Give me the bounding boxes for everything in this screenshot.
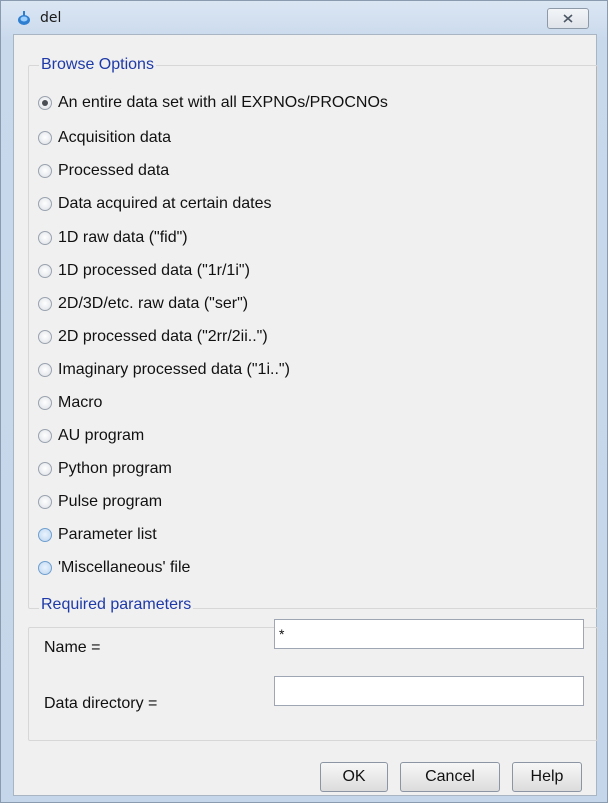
radio-label: Macro	[58, 394, 103, 411]
radio-2d3d-raw[interactable]: 2D/3D/etc. raw data ("ser")	[38, 293, 248, 315]
radio-label: 2D processed data ("2rr/2ii..")	[58, 328, 268, 345]
radio-label: 'Miscellaneous' file	[58, 559, 191, 576]
data-directory-label: Data directory =	[44, 695, 158, 712]
radio-certain-dates[interactable]: Data acquired at certain dates	[38, 193, 271, 215]
radio-label: Imaginary processed data ("1i..")	[58, 361, 290, 378]
radio-button[interactable]	[38, 495, 52, 509]
radio-button[interactable]	[38, 528, 52, 542]
radio-macro[interactable]: Macro	[38, 392, 102, 414]
radio-1d-processed[interactable]: 1D processed data ("1r/1i")	[38, 260, 250, 282]
close-button[interactable]	[547, 8, 589, 29]
radio-label: 2D/3D/etc. raw data ("ser")	[58, 295, 249, 312]
radio-label: Python program	[58, 460, 172, 477]
radio-label: 1D raw data ("fid")	[58, 229, 188, 246]
radio-python-program[interactable]: Python program	[38, 458, 172, 480]
radio-label: Pulse program	[58, 493, 163, 510]
radio-button[interactable]	[38, 330, 52, 344]
radio-1d-raw[interactable]: 1D raw data ("fid")	[38, 227, 188, 249]
radio-button[interactable]	[38, 264, 52, 278]
radio-processed-data[interactable]: Processed data	[38, 160, 169, 182]
radio-2d-processed[interactable]: 2D processed data ("2rr/2ii..")	[38, 326, 268, 348]
radio-acquisition-data[interactable]: Acquisition data	[38, 127, 171, 149]
radio-label: An entire data set with all EXPNOs/PROCN…	[58, 94, 388, 111]
radio-button[interactable]	[38, 561, 52, 575]
radio-button[interactable]	[38, 197, 52, 211]
radio-label: Processed data	[58, 162, 170, 179]
radio-button[interactable]	[38, 164, 52, 178]
radio-button[interactable]	[38, 297, 52, 311]
cancel-button[interactable]: Cancel	[400, 762, 500, 792]
radio-label: Acquisition data	[58, 129, 171, 146]
radio-button[interactable]	[38, 96, 52, 110]
radio-button[interactable]	[38, 363, 52, 377]
radio-au-program[interactable]: AU program	[38, 425, 144, 447]
radio-imaginary-processed[interactable]: Imaginary processed data ("1i..")	[38, 359, 290, 381]
name-label: Name =	[44, 639, 101, 656]
dialog-content: Browse Options An entire data set with a…	[13, 34, 598, 796]
browse-options-title: Browse Options	[39, 56, 156, 74]
radio-label: 1D processed data ("1r/1i")	[58, 262, 250, 279]
data-directory-input[interactable]	[274, 676, 584, 706]
window-title: del	[40, 10, 62, 26]
radio-button[interactable]	[38, 131, 52, 145]
radio-miscellaneous-file[interactable]: 'Miscellaneous' file	[38, 557, 190, 579]
title-bar[interactable]: del	[1, 1, 607, 35]
radio-label: Data acquired at certain dates	[58, 195, 272, 212]
radio-button[interactable]	[38, 429, 52, 443]
name-input[interactable]	[274, 619, 584, 649]
radio-button[interactable]	[38, 396, 52, 410]
radio-entire-data-set[interactable]: An entire data set with all EXPNOs/PROCN…	[38, 92, 388, 114]
radio-pulse-program[interactable]: Pulse program	[38, 491, 162, 513]
radio-button[interactable]	[38, 462, 52, 476]
radio-label: AU program	[58, 427, 145, 444]
dialog-window: del Browse Options An entire data set wi…	[0, 0, 608, 803]
help-button[interactable]: Help	[512, 762, 582, 792]
radio-button[interactable]	[38, 231, 52, 245]
ok-button[interactable]: OK	[320, 762, 388, 792]
close-icon	[563, 14, 573, 23]
radio-parameter-list[interactable]: Parameter list	[38, 524, 157, 546]
required-parameters-title: Required parameters	[39, 596, 194, 614]
app-icon	[15, 10, 33, 28]
radio-label: Parameter list	[58, 526, 157, 543]
